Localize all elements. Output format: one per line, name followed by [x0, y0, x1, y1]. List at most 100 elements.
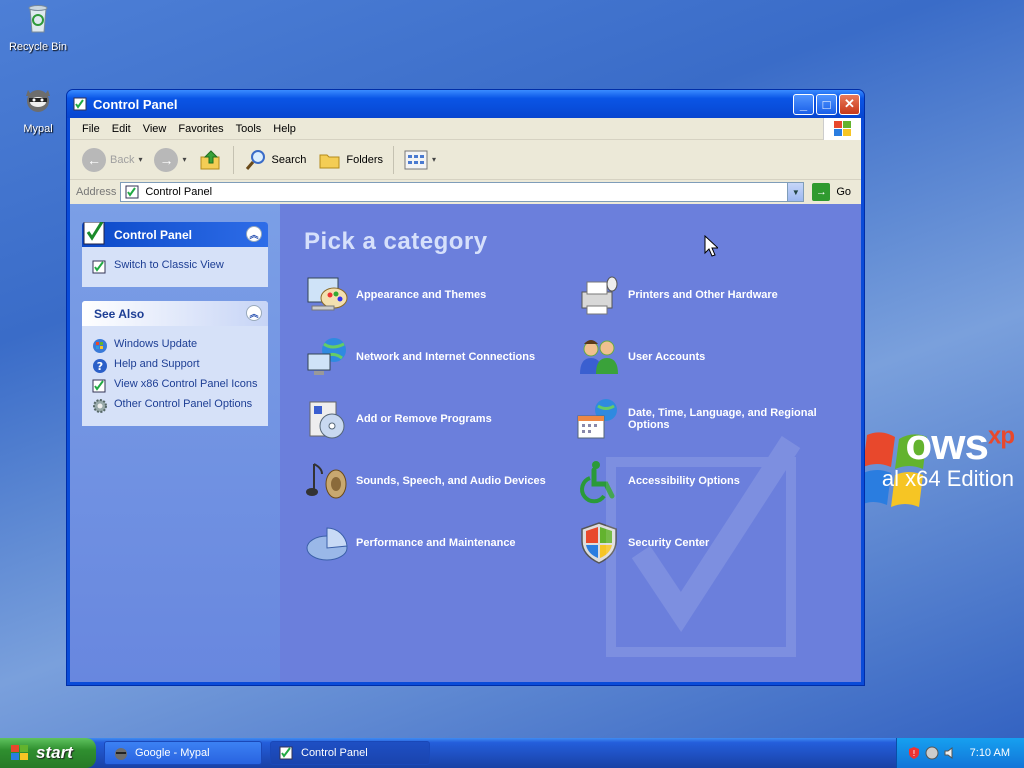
desktop-icon-label: Recycle Bin — [8, 41, 68, 53]
category-label: Add or Remove Programs — [356, 413, 492, 425]
windows-logo-icon — [11, 745, 28, 760]
maximize-icon: □ — [822, 96, 831, 112]
views-button[interactable]: ▾ — [398, 150, 442, 170]
desktop-icon-mypal[interactable]: Mypal — [0, 84, 76, 135]
minimize-button[interactable]: _ — [793, 93, 814, 115]
menu-edit[interactable]: Edit — [106, 123, 137, 135]
windows-update-icon — [93, 339, 107, 353]
start-button[interactable]: start — [0, 738, 96, 768]
link-label: View x86 Control Panel Icons — [114, 378, 258, 390]
menu-favorites[interactable]: Favorites — [172, 123, 229, 135]
taskbar-item-label: Control Panel — [301, 747, 368, 759]
address-label: Address — [76, 186, 117, 198]
security-alert-icon[interactable]: ! — [907, 746, 921, 760]
link-label: Help and Support — [114, 358, 200, 370]
control-panel-icon — [279, 746, 293, 760]
address-dropdown-button[interactable]: ▼ — [787, 183, 804, 201]
go-button[interactable]: → Go — [812, 183, 851, 201]
menu-file[interactable]: File — [76, 123, 106, 135]
up-folder-button[interactable] — [193, 148, 229, 172]
chevron-down-icon[interactable]: ▾ — [182, 155, 186, 164]
folders-icon — [319, 154, 340, 168]
back-button[interactable]: ← Back ▾ — [76, 147, 148, 172]
category-network-internet[interactable]: Network and Internet Connections — [304, 334, 576, 380]
control-panel-box-title: Control Panel — [114, 227, 193, 242]
start-label: start — [36, 743, 73, 762]
go-label: Go — [836, 186, 852, 198]
switch-classic-view-link[interactable]: Switch to Classic View — [92, 259, 258, 275]
taskbar-item-control-panel[interactable]: Control Panel — [270, 741, 430, 765]
recycle-bin-icon — [28, 5, 48, 33]
search-icon — [245, 149, 265, 170]
menu-tools[interactable]: Tools — [230, 123, 268, 135]
sound-icon — [306, 463, 347, 499]
category-sounds-speech-audio[interactable]: Sounds, Speech, and Audio Devices — [304, 458, 576, 504]
desktop-icon-recycle-bin[interactable]: Recycle Bin — [0, 2, 76, 53]
content-area: Control Panel ︽ Switch to Classic View S… — [70, 204, 861, 682]
desktop-icon-label: Mypal — [23, 123, 53, 135]
toolbar-separator — [393, 145, 395, 174]
collapse-icon[interactable]: ︽ — [246, 226, 262, 242]
windows-logo-icon — [823, 118, 861, 140]
network-status-icon[interactable] — [925, 746, 939, 760]
category-user-accounts[interactable]: User Accounts — [576, 334, 848, 380]
link-label: Other Control Panel Options — [114, 398, 253, 410]
see-also-box-header[interactable]: See Also ︽ — [82, 301, 268, 326]
see-also-title: See Also — [94, 306, 145, 321]
view-x86-icons-link[interactable]: View x86 Control Panel Icons — [92, 378, 258, 394]
maximize-button[interactable]: □ — [816, 93, 837, 115]
category-label: User Accounts — [628, 351, 706, 363]
menu-help[interactable]: Help — [267, 123, 302, 135]
chevron-down-icon[interactable]: ▾ — [138, 155, 142, 164]
control-panel-box-header[interactable]: Control Panel ︽ — [82, 222, 268, 247]
link-label: Windows Update — [114, 338, 198, 350]
menu-view[interactable]: View — [137, 123, 173, 135]
category-performance-maintenance[interactable]: Performance and Maintenance — [304, 520, 576, 566]
brand-text: ows — [905, 420, 989, 469]
svg-text:!: ! — [912, 749, 915, 758]
collapse-icon[interactable]: ︽ — [246, 305, 262, 321]
other-options-link[interactable]: Other Control Panel Options — [92, 398, 258, 414]
printer-icon — [581, 276, 618, 315]
mouse-cursor-icon — [704, 235, 718, 257]
brand-sup: xp — [987, 422, 1015, 450]
speaker-icon[interactable] — [943, 746, 957, 760]
clock[interactable]: 7:10 AM — [970, 747, 1010, 759]
page-title: Pick a category — [304, 228, 488, 255]
category-add-remove-programs[interactable]: Add or Remove Programs — [304, 396, 576, 442]
category-label: Sounds, Speech, and Audio Devices — [356, 475, 546, 487]
taskbar-item-mypal[interactable]: Google - Mypal — [104, 741, 262, 765]
search-button[interactable]: Search — [238, 148, 313, 172]
control-panel-window: Control Panel _ □ ✕ File Edit View Favor… — [66, 89, 865, 686]
performance-icon — [306, 527, 348, 561]
minimize-icon: _ — [799, 96, 808, 112]
category-label: Appearance and Themes — [356, 289, 487, 301]
window-titlebar[interactable]: Control Panel _ □ ✕ — [67, 90, 864, 118]
users-icon — [580, 340, 618, 374]
mypal-icon — [115, 748, 127, 760]
go-arrow-icon: → — [812, 183, 831, 201]
category-label: Network and Internet Connections — [356, 351, 536, 363]
watermark-check-icon — [606, 436, 801, 657]
category-label: Performance and Maintenance — [356, 537, 516, 549]
close-button[interactable]: ✕ — [839, 93, 860, 115]
programs-icon — [309, 401, 345, 439]
control-panel-icon — [125, 185, 139, 199]
category-appearance-themes[interactable]: Appearance and Themes — [304, 272, 576, 318]
control-panel-box: Control Panel ︽ Switch to Classic View — [82, 222, 268, 287]
toolbar-separator — [232, 145, 234, 174]
help-support-link[interactable]: ? Help and Support — [92, 358, 258, 374]
back-label: Back — [110, 153, 135, 166]
address-input[interactable]: Control Panel ▼ — [120, 182, 805, 202]
address-bar: Address Control Panel ▼ → Go — [70, 180, 861, 204]
folders-button[interactable]: Folders — [312, 148, 389, 172]
category-printers-hardware[interactable]: Printers and Other Hardware — [576, 272, 848, 318]
gear-icon — [93, 399, 107, 413]
windows-update-link[interactable]: Windows Update — [92, 338, 258, 354]
chevron-down-icon: ▼ — [791, 187, 800, 197]
taskbar-item-label: Google - Mypal — [135, 747, 210, 759]
views-icon — [404, 150, 428, 169]
forward-button[interactable]: → ▾ — [148, 147, 192, 172]
task-pane: Control Panel ︽ Switch to Classic View S… — [70, 204, 280, 682]
chevron-down-icon[interactable]: ▾ — [432, 155, 436, 164]
